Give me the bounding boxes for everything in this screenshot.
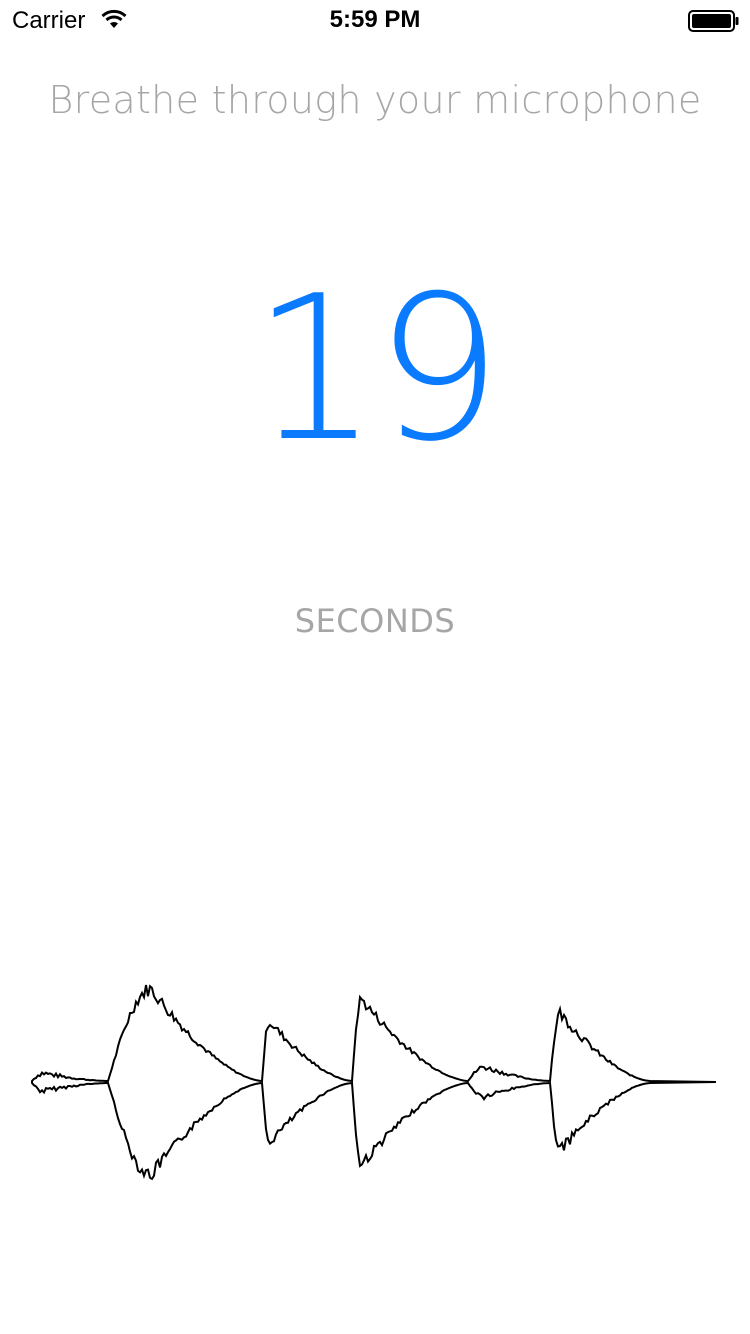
waveform-lower-envelope <box>31 1081 717 1181</box>
seconds-counter: 19 <box>251 253 503 486</box>
breathe-instruction: Breathe through your microphone <box>48 78 702 122</box>
audio-waveform <box>31 984 717 1181</box>
seconds-label: SECONDS <box>294 602 456 640</box>
waveform-upper-envelope <box>31 984 717 1083</box>
clock: 5:59 PM <box>329 6 421 33</box>
battery-icon <box>688 10 739 32</box>
status-bar: Carrier 5:59 PM <box>0 0 750 40</box>
